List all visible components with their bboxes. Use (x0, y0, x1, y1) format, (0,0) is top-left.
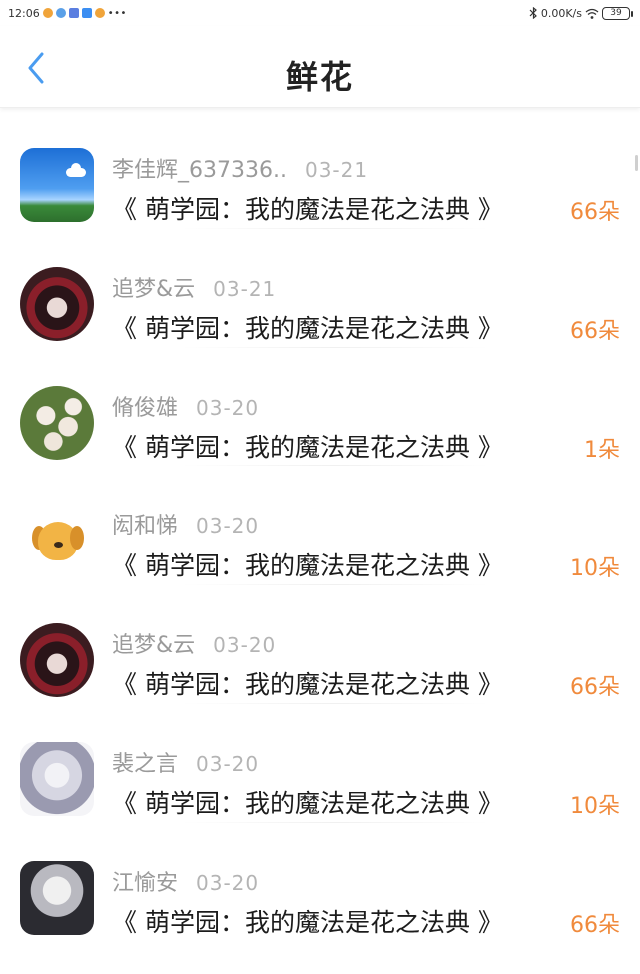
list-item[interactable]: 李佳辉_637336.. 03-21 《 萌学园：我的魔法是花之法典 》 66朵 (0, 110, 640, 229)
item-meta: 李佳辉_637336.. 03-21 (112, 152, 368, 184)
avatar[interactable] (20, 504, 94, 579)
user-name[interactable]: 闳和悌 (112, 508, 178, 540)
item-meta: 追梦&云 03-20 (112, 627, 276, 659)
flower-amount: 1朵 (584, 437, 620, 463)
status-right: 0.00K/s 39 (529, 6, 633, 20)
list-item[interactable]: 脩俊雄 03-20 《 萌学园：我的魔法是花之法典 》 1朵 (0, 348, 640, 467)
item-meta: 闳和悌 03-20 (112, 508, 259, 540)
avatar[interactable] (20, 385, 94, 460)
avatar[interactable] (20, 266, 94, 341)
wifi-icon (585, 8, 599, 19)
app-icon (81, 8, 92, 18)
item-meta: 江愉安 03-20 (112, 865, 259, 897)
list-item[interactable]: 闳和悌 03-20 《 萌学园：我的魔法是花之法典 》 10朵 (0, 466, 640, 586)
avatar[interactable] (20, 623, 94, 698)
weibo-icon (94, 8, 105, 18)
more-notifications-icon: ••• (107, 7, 127, 19)
cloud-shape (66, 163, 86, 177)
clock: 12:06 (8, 6, 40, 20)
book-title: 《 萌学园：我的魔法是花之法典 》 (112, 313, 503, 343)
item-meta: 脩俊雄 03-20 (112, 390, 259, 422)
list-item[interactable]: 江愉安 03-20 《 萌学园：我的魔法是花之法典 》 66朵 (0, 823, 640, 942)
user-name[interactable]: 江愉安 (112, 865, 178, 897)
weibo-icon (42, 8, 53, 18)
gift-date: 03-20 (213, 633, 277, 658)
book-title: 《 萌学园：我的魔法是花之法典 》 (112, 788, 503, 818)
book-title: 《 萌学园：我的魔法是花之法典 》 (112, 670, 503, 700)
book-title: 《 萌学园：我的魔法是花之法典 》 (112, 551, 503, 581)
book-title: 《 萌学园：我的魔法是花之法典 》 (112, 432, 503, 462)
flower-amount: 10朵 (570, 793, 620, 819)
list-item[interactable]: 追梦&云 03-20 《 萌学园：我的魔法是花之法典 》 66朵 (0, 585, 640, 704)
gift-date: 03-21 (213, 276, 277, 301)
battery-icon: 39 (602, 6, 633, 20)
flower-amount: 66朵 (570, 318, 620, 344)
avatar[interactable] (20, 741, 94, 816)
user-name[interactable]: 脩俊雄 (112, 390, 178, 422)
gift-date: 03-20 (196, 514, 260, 539)
list-item[interactable]: 追梦&云 03-21 《 萌学园：我的魔法是花之法典 》 66朵 (0, 229, 640, 348)
flower-amount: 10朵 (570, 556, 620, 582)
cloud-icon (55, 8, 66, 18)
flower-amount: 66朵 (570, 912, 620, 938)
page-title: 鲜花 (285, 58, 354, 96)
item-meta: 裴之言 03-20 (112, 746, 259, 778)
flower-amount: 66朵 (570, 675, 620, 701)
avatar[interactable] (20, 860, 94, 935)
item-meta: 追梦&云 03-21 (112, 271, 276, 303)
gift-date: 03-20 (196, 751, 260, 776)
bluetooth-icon (529, 7, 537, 19)
flower-amount: 66朵 (570, 200, 620, 225)
book-title: 《 萌学园：我的魔法是花之法典 》 (112, 907, 503, 937)
gift-date: 03-20 (196, 395, 260, 420)
user-name[interactable]: 追梦&云 (112, 271, 195, 303)
user-name[interactable]: 裴之言 (112, 746, 178, 778)
user-name[interactable]: 追梦&云 (112, 627, 195, 659)
gift-date: 03-21 (304, 158, 369, 182)
user-name[interactable]: 李佳辉_637336.. (112, 152, 287, 184)
avatar[interactable] (20, 148, 94, 222)
status-bar: 12:06 ••• 0.00K/s 39 (0, 0, 640, 26)
app-icon (68, 8, 79, 18)
book-title: 《 萌学园：我的魔法是花之法典 》 (112, 195, 503, 224)
status-left: 12:06 ••• (8, 7, 127, 20)
flower-record-list: 李佳辉_637336.. 03-21 《 萌学园：我的魔法是花之法典 》 66朵… (0, 110, 640, 942)
dog-ear (70, 526, 84, 551)
battery-level: 39 (610, 7, 622, 18)
list-item[interactable]: 裴之言 03-20 《 萌学园：我的魔法是花之法典 》 10朵 (0, 704, 640, 823)
header: 鲜花 (0, 26, 640, 108)
scrollbar[interactable] (635, 155, 638, 171)
network-speed: 0.00K/s (540, 6, 582, 20)
gift-date: 03-20 (196, 870, 260, 895)
